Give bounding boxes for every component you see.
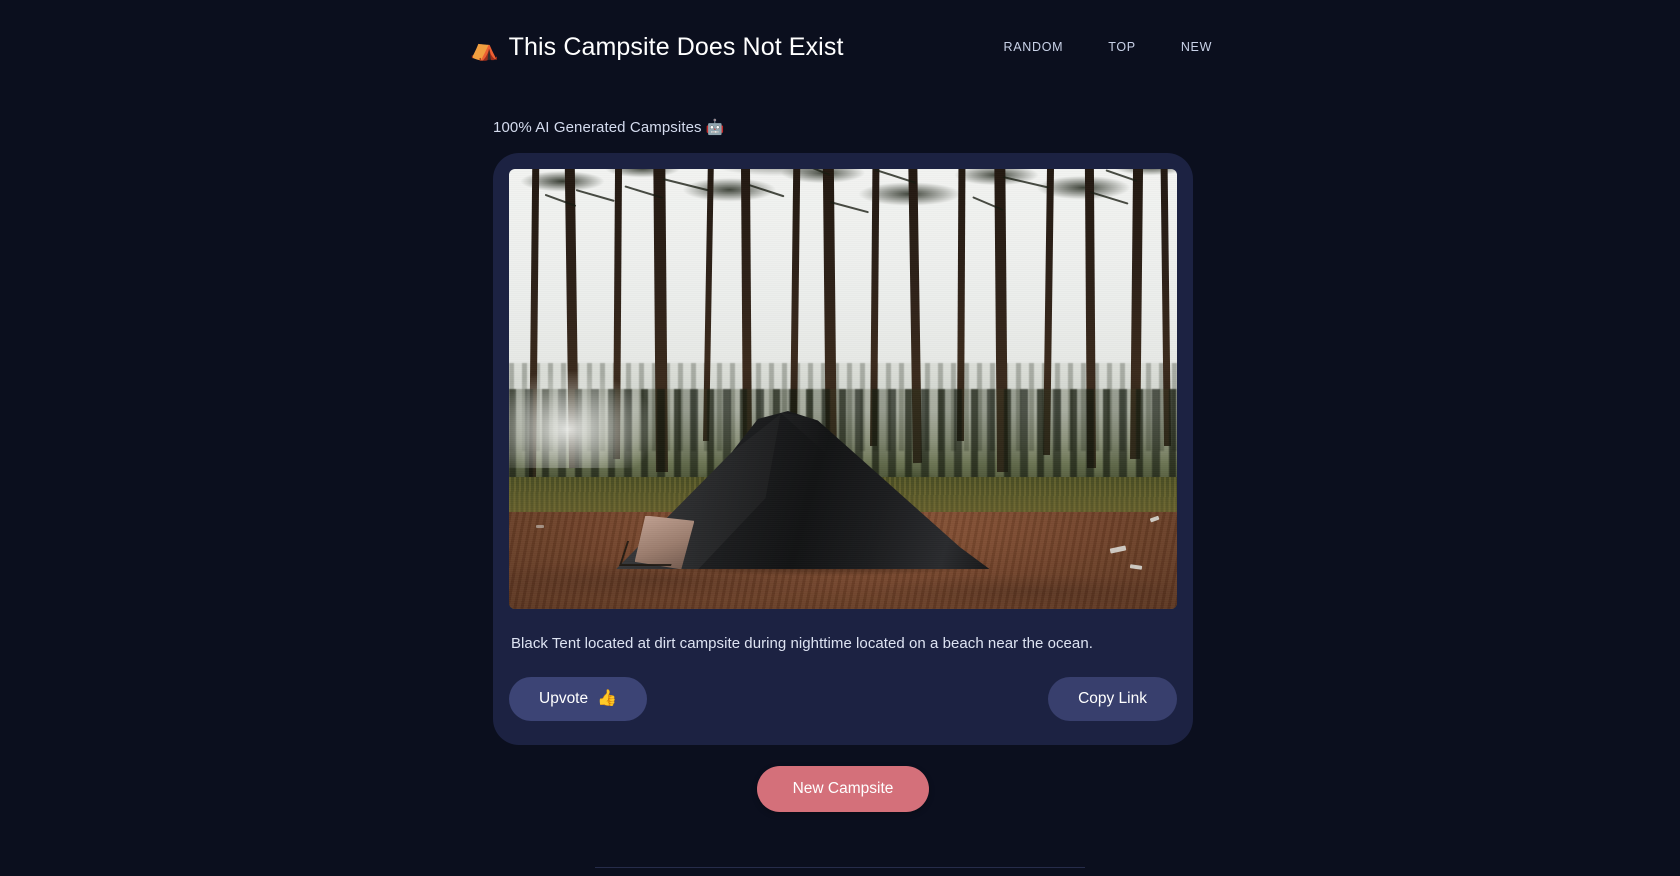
footer-divider bbox=[595, 867, 1085, 868]
upvote-button-label: Upvote bbox=[539, 689, 589, 707]
tent-icon: ⛺ bbox=[470, 34, 499, 61]
thumbs-up-icon: 👍 bbox=[597, 689, 618, 707]
upvote-button[interactable]: Upvote 👍 bbox=[509, 676, 648, 721]
nav-link-top[interactable]: TOP bbox=[1108, 40, 1136, 54]
nav-link-new[interactable]: NEW bbox=[1181, 40, 1212, 54]
card-actions: Upvote 👍 Copy Link bbox=[509, 655, 1177, 745]
copy-link-button[interactable]: Copy Link bbox=[1048, 676, 1177, 721]
page-root: ⛺ This Campsite Does Not Exist RANDOM TO… bbox=[0, 0, 1680, 876]
content-container: 100% AI Generated Campsites 🤖 Black Tent… bbox=[493, 118, 1193, 812]
tent-pole bbox=[619, 540, 680, 567]
main-nav: RANDOM TOP NEW bbox=[1003, 40, 1212, 54]
campsite-card: Black Tent located at dirt campsite duri… bbox=[493, 153, 1193, 745]
ground-debris bbox=[535, 525, 544, 529]
tagline: 100% AI Generated Campsites 🤖 bbox=[493, 119, 725, 136]
header-inner: ⛺ This Campsite Does Not Exist RANDOM TO… bbox=[470, 33, 1211, 62]
campsite-photo bbox=[509, 169, 1177, 609]
new-campsite-row: New Campsite bbox=[493, 765, 1193, 812]
photo-canopy-layer bbox=[509, 169, 1177, 367]
nav-link-random[interactable]: RANDOM bbox=[1003, 40, 1063, 54]
brand-logo-link[interactable]: ⛺ This Campsite Does Not Exist bbox=[470, 33, 843, 62]
new-campsite-button[interactable]: New Campsite bbox=[756, 765, 930, 812]
site-header: ⛺ This Campsite Does Not Exist RANDOM TO… bbox=[0, 0, 1680, 94]
page-title: This Campsite Does Not Exist bbox=[508, 32, 844, 61]
campsite-caption: Black Tent located at dirt campsite duri… bbox=[511, 635, 1093, 652]
tent-subject bbox=[615, 411, 990, 576]
